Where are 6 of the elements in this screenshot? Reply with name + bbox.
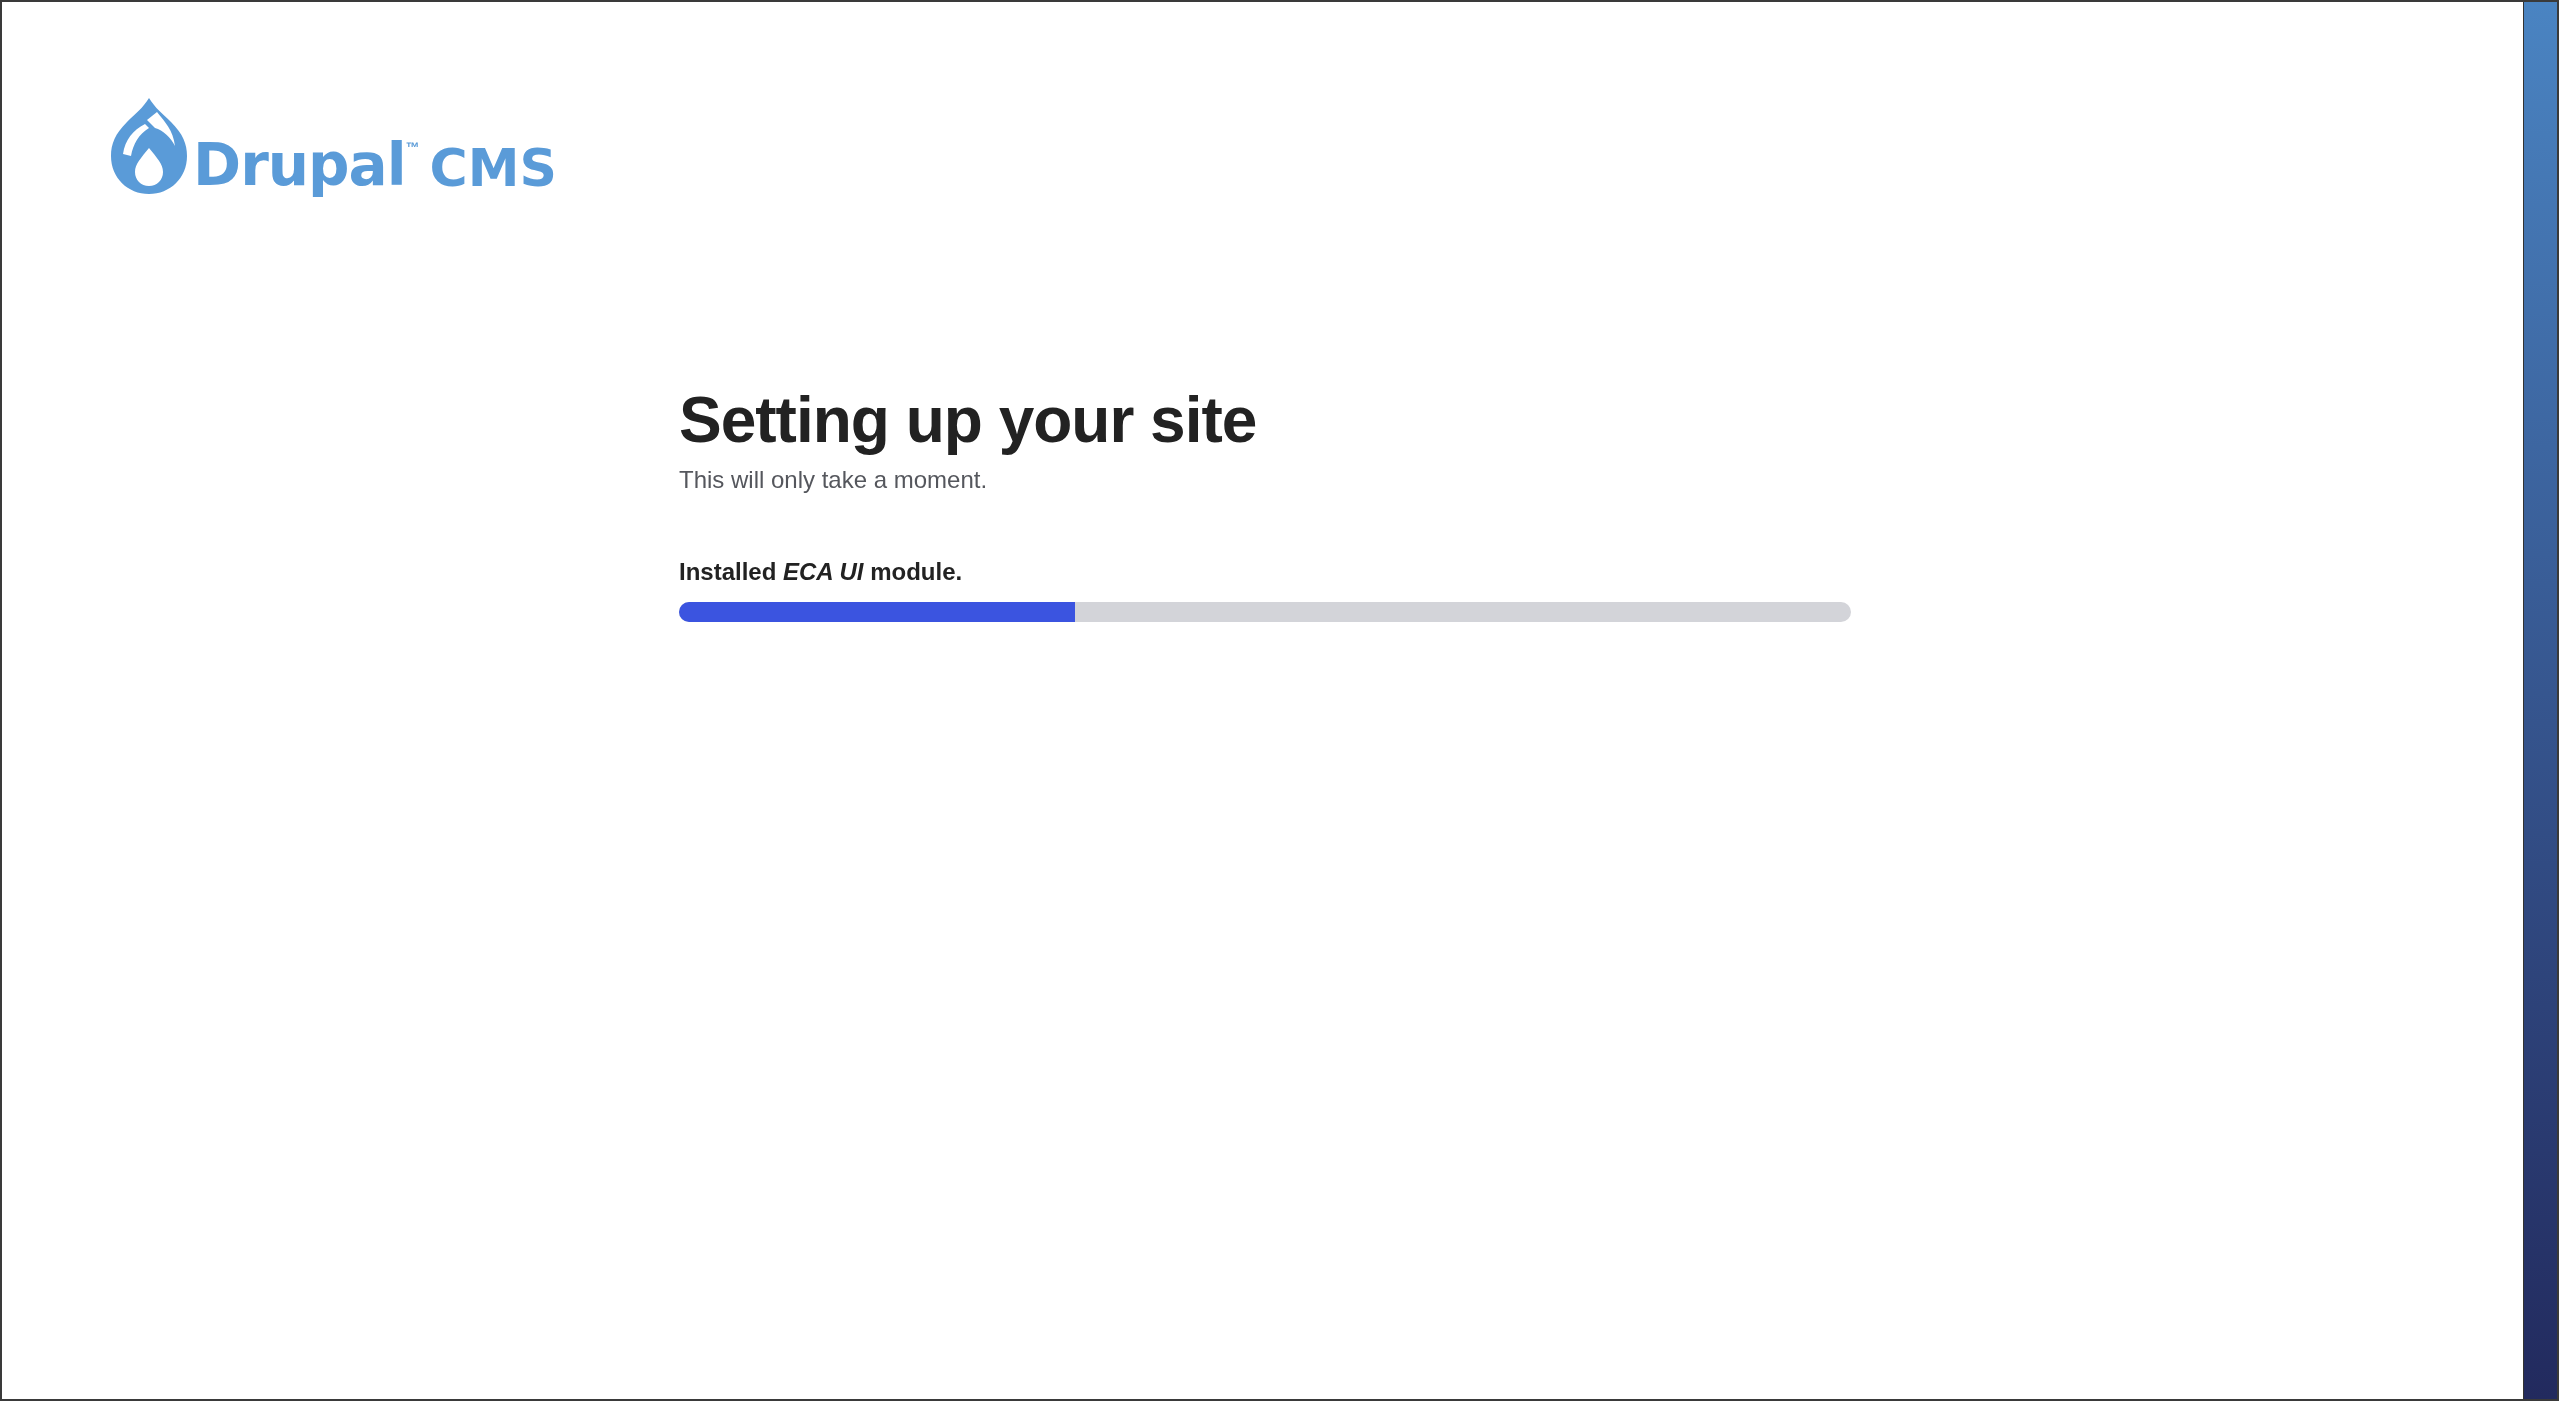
subtitle: This will only take a moment. — [679, 465, 989, 495]
logo-product-name: CMS — [429, 142, 557, 194]
drop-logo-icon — [111, 98, 187, 194]
page-heading: Setting up your site — [679, 383, 1258, 458]
trademark-sign: ™ — [405, 140, 420, 154]
progress-message: Installed ECA UI module. — [679, 557, 964, 587]
